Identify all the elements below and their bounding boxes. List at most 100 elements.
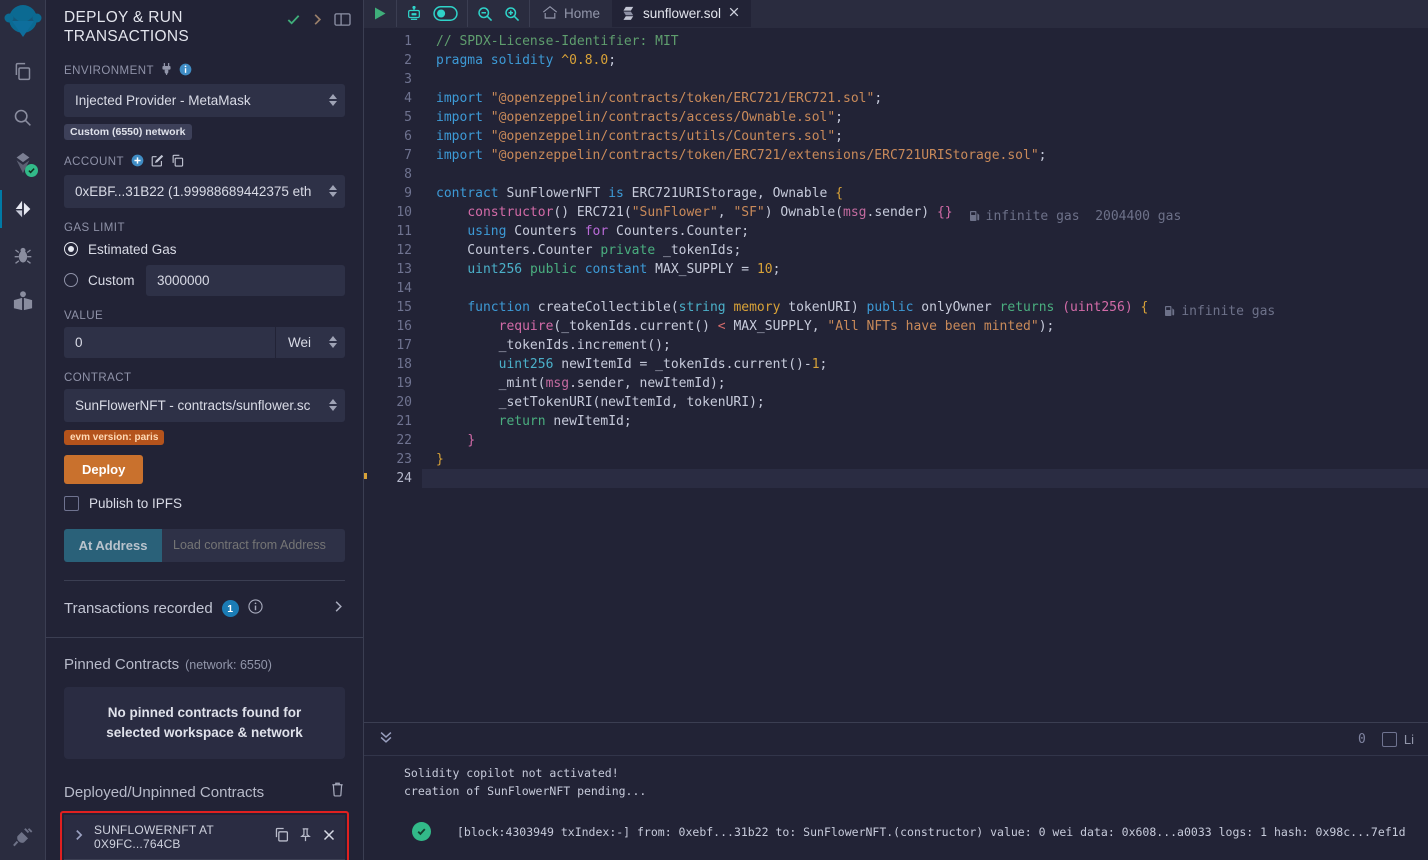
tab-sunflower-sol[interactable]: sunflower.sol xyxy=(612,0,753,27)
copilot-robot-icon[interactable] xyxy=(406,5,422,22)
terminal-line: creation of SunFlowerNFT pending... xyxy=(404,784,647,798)
code-line[interactable]: _mint(msg.sender, newItemId); xyxy=(422,374,1428,393)
value-input[interactable] xyxy=(64,326,275,358)
chevron-right-icon[interactable] xyxy=(73,828,85,847)
plugin-manager-icon[interactable] xyxy=(0,826,46,848)
code-line[interactable]: using Counters for Counters.Counter; xyxy=(422,222,1428,241)
chevron-right-icon[interactable] xyxy=(332,599,345,619)
environment-select[interactable]: Injected Provider - MetaMask xyxy=(64,83,345,117)
remix-logo-icon[interactable] xyxy=(0,2,46,48)
code-line[interactable]: import "@openzeppelin/contracts/access/O… xyxy=(422,108,1428,127)
gas-estimated-radio[interactable] xyxy=(64,242,78,257)
edit-icon[interactable] xyxy=(151,154,164,170)
code-line[interactable]: return newItemId; xyxy=(422,412,1428,431)
check-icon[interactable] xyxy=(286,12,301,32)
copilot-toggle-icon[interactable] xyxy=(433,6,458,21)
gas-estimated-radio-row[interactable]: Estimated Gas xyxy=(64,242,345,257)
list-item[interactable]: SUNFLOWERNFT AT 0X9FC...764CB xyxy=(64,815,345,860)
code-line[interactable]: import "@openzeppelin/contracts/utils/Co… xyxy=(422,127,1428,146)
code-line[interactable]: uint256 public constant MAX_SUPPLY = 10; xyxy=(422,260,1428,279)
code-line[interactable]: import "@openzeppelin/contracts/token/ER… xyxy=(422,146,1428,165)
code-line[interactable]: require(_tokenIds.current() < MAX_SUPPLY… xyxy=(422,317,1428,336)
terminal-transaction-row[interactable]: [block:4303949 txIndex:-] from: 0xebf...… xyxy=(404,822,1428,841)
solidity-file-icon xyxy=(623,5,636,23)
debugger-icon[interactable] xyxy=(0,232,46,278)
terminal-output[interactable]: Solidity copilot not activated! creation… xyxy=(364,756,1428,860)
code-line[interactable]: function createCollectible(string memory… xyxy=(422,298,1428,319)
code-line[interactable]: constructor() ERC721("SunFlower", "SF") … xyxy=(422,203,1428,224)
code-content[interactable]: // SPDX-License-Identifier: MIT pragma so… xyxy=(364,28,1428,488)
close-icon[interactable] xyxy=(322,828,336,847)
listen-network-checkbox-row[interactable]: Li xyxy=(1381,731,1414,747)
line-number: 11 xyxy=(396,224,412,239)
trash-icon[interactable] xyxy=(330,781,345,801)
code-line[interactable]: contract SunFlowerNFT is ERC721URIStorag… xyxy=(422,184,1428,203)
code-line[interactable]: Counters.Counter private _tokenIds; xyxy=(422,241,1428,260)
line-number: 8 xyxy=(404,167,412,182)
code-line[interactable]: import "@openzeppelin/contracts/token/ER… xyxy=(422,89,1428,108)
gas-custom-radio[interactable] xyxy=(64,273,78,288)
terminal-transaction-text: [block:4303949 txIndex:-] from: 0xebf...… xyxy=(457,824,1406,839)
code-line[interactable]: // SPDX-License-Identifier: MIT xyxy=(422,32,1428,51)
publish-ipfs-checkbox[interactable] xyxy=(64,495,79,511)
listen-network-checkbox[interactable] xyxy=(1381,731,1397,747)
transactions-recorded-row[interactable]: Transactions recorded 1 xyxy=(46,581,363,638)
account-select[interactable]: 0xEBF...31B22 (1.99988689442375 eth xyxy=(64,174,345,208)
plug-icon[interactable] xyxy=(161,63,172,78)
contract-label: CONTRACT xyxy=(64,371,132,384)
environment-label: ENVIRONMENT xyxy=(64,63,345,79)
code-line[interactable] xyxy=(364,469,1428,488)
gas-custom-label: Custom xyxy=(88,272,135,288)
code-line[interactable]: } xyxy=(422,431,1428,450)
deployed-contracts-header: Deployed/Unpinned Contracts xyxy=(46,759,363,801)
line-number: 13 xyxy=(396,262,412,277)
at-address-button[interactable]: At Address xyxy=(64,528,162,562)
learneth-icon[interactable] xyxy=(0,278,46,324)
solidity-compiler-icon[interactable] xyxy=(0,140,46,186)
info-icon[interactable] xyxy=(179,63,192,79)
zoom-out-icon[interactable] xyxy=(477,6,493,22)
publish-ipfs-row[interactable]: Publish to IPFS xyxy=(64,495,345,511)
code-editor[interactable]: 1 2 3 4 5 6 7 8 9 10 11 12 13 14 15 16 17 18 19 20 21 22 23 24 … xyxy=(364,28,1428,722)
chevrons-down-icon[interactable] xyxy=(378,729,394,750)
copy-icon[interactable] xyxy=(274,827,289,847)
terminal-line: Solidity copilot not activated! xyxy=(404,766,619,780)
sidebar-item-deploy-run[interactable] xyxy=(0,186,46,232)
deployed-contract-highlight: SUNFLOWERNFT AT 0X9FC...764CB xyxy=(60,811,349,860)
line-number: 9 xyxy=(404,186,412,201)
pinned-contracts-empty: No pinned contracts found for selected w… xyxy=(64,686,345,760)
run-script-icon[interactable] xyxy=(373,6,387,21)
line-number: 6 xyxy=(404,129,412,144)
value-unit-select[interactable]: Wei xyxy=(275,326,345,358)
code-line[interactable]: _setTokenURI(newItemId, tokenURI); xyxy=(422,393,1428,412)
code-line[interactable] xyxy=(422,165,1428,184)
code-line[interactable]: uint256 newItemId = _tokenIds.current()-… xyxy=(422,355,1428,374)
plus-circle-icon[interactable] xyxy=(131,154,144,170)
contract-select[interactable]: SunFlowerNFT - contracts/sunflower.sc xyxy=(64,388,345,422)
chevron-right-icon[interactable] xyxy=(311,12,324,32)
panel-layout-icon[interactable] xyxy=(334,12,351,32)
gas-custom-row[interactable]: Custom xyxy=(64,264,345,296)
copy-icon[interactable] xyxy=(171,154,184,170)
at-address-input[interactable] xyxy=(162,528,345,562)
code-line[interactable] xyxy=(422,70,1428,89)
line-number: 16 xyxy=(396,319,412,334)
gas-estimated-label: Estimated Gas xyxy=(88,241,177,257)
code-line[interactable]: _tokenIds.increment(); xyxy=(422,336,1428,355)
code-line[interactable]: pragma solidity ^0.8.0; xyxy=(422,51,1428,70)
network-badge: Custom (6550) network xyxy=(64,123,192,140)
search-icon[interactable] xyxy=(0,94,46,140)
gas-custom-input[interactable] xyxy=(146,264,345,296)
code-line[interactable]: } xyxy=(422,450,1428,469)
zoom-in-icon[interactable] xyxy=(504,6,520,22)
chevron-updown-icon xyxy=(329,94,337,107)
pin-icon[interactable] xyxy=(298,827,313,848)
close-icon[interactable] xyxy=(728,6,740,21)
line-number: 12 xyxy=(396,243,412,258)
file-explorer-icon[interactable] xyxy=(0,48,46,94)
code-line[interactable] xyxy=(422,279,1428,298)
deploy-button[interactable]: Deploy xyxy=(64,454,144,484)
tab-home[interactable]: Home xyxy=(530,0,612,27)
info-icon[interactable] xyxy=(248,599,263,619)
value-row: Wei xyxy=(64,326,345,358)
